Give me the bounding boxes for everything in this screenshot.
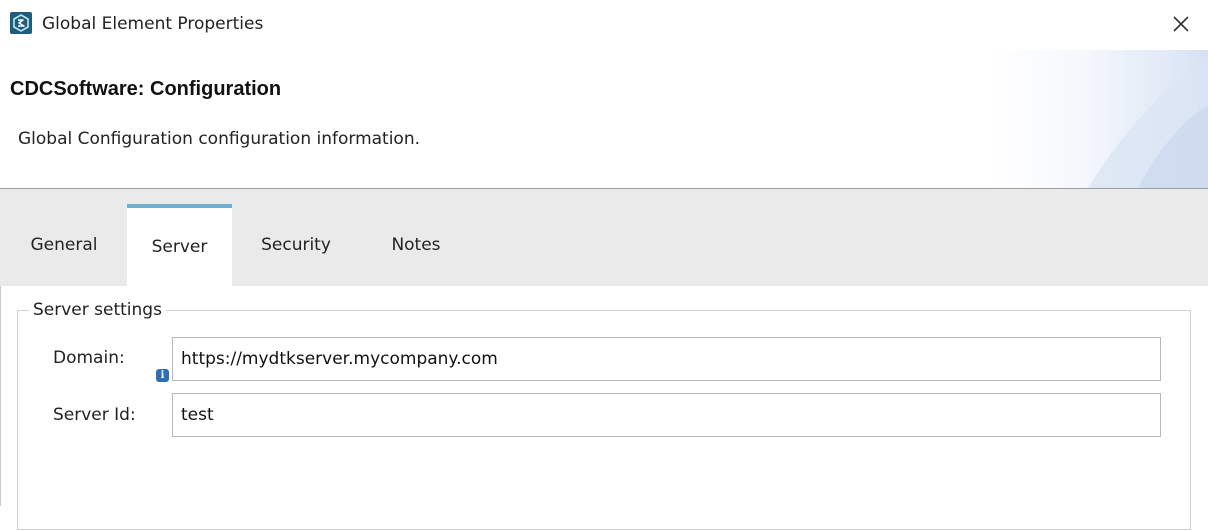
page-title: CDCSoftware: Configuration: [10, 78, 282, 100]
domain-label: Domain:: [53, 348, 125, 368]
header-banner: CDCSoftware: Configuration Global Config…: [0, 50, 1208, 189]
banner-decoration: [1088, 60, 1208, 188]
app-logo-icon: [10, 12, 32, 34]
close-button[interactable]: [1164, 8, 1198, 40]
tab-general[interactable]: General: [8, 204, 120, 286]
page-description: Global Configuration configuration infor…: [18, 129, 421, 149]
server-id-label: Server Id:: [53, 405, 136, 425]
tab-notes[interactable]: Notes: [370, 204, 462, 286]
info-icon[interactable]: i: [156, 369, 169, 382]
server-id-input[interactable]: [172, 393, 1161, 437]
domain-input[interactable]: [172, 337, 1161, 381]
window-title: Global Element Properties: [42, 14, 264, 34]
server-tab-panel: Server settings Domain: i Server Id:: [0, 286, 1208, 530]
tab-security[interactable]: Security: [240, 204, 352, 286]
window-titlebar: Global Element Properties: [0, 0, 1208, 50]
server-settings-legend: Server settings: [29, 300, 166, 320]
tab-strip: General Server Security Notes: [0, 189, 1208, 286]
tab-server[interactable]: Server: [127, 204, 232, 286]
close-icon: [1173, 16, 1189, 32]
